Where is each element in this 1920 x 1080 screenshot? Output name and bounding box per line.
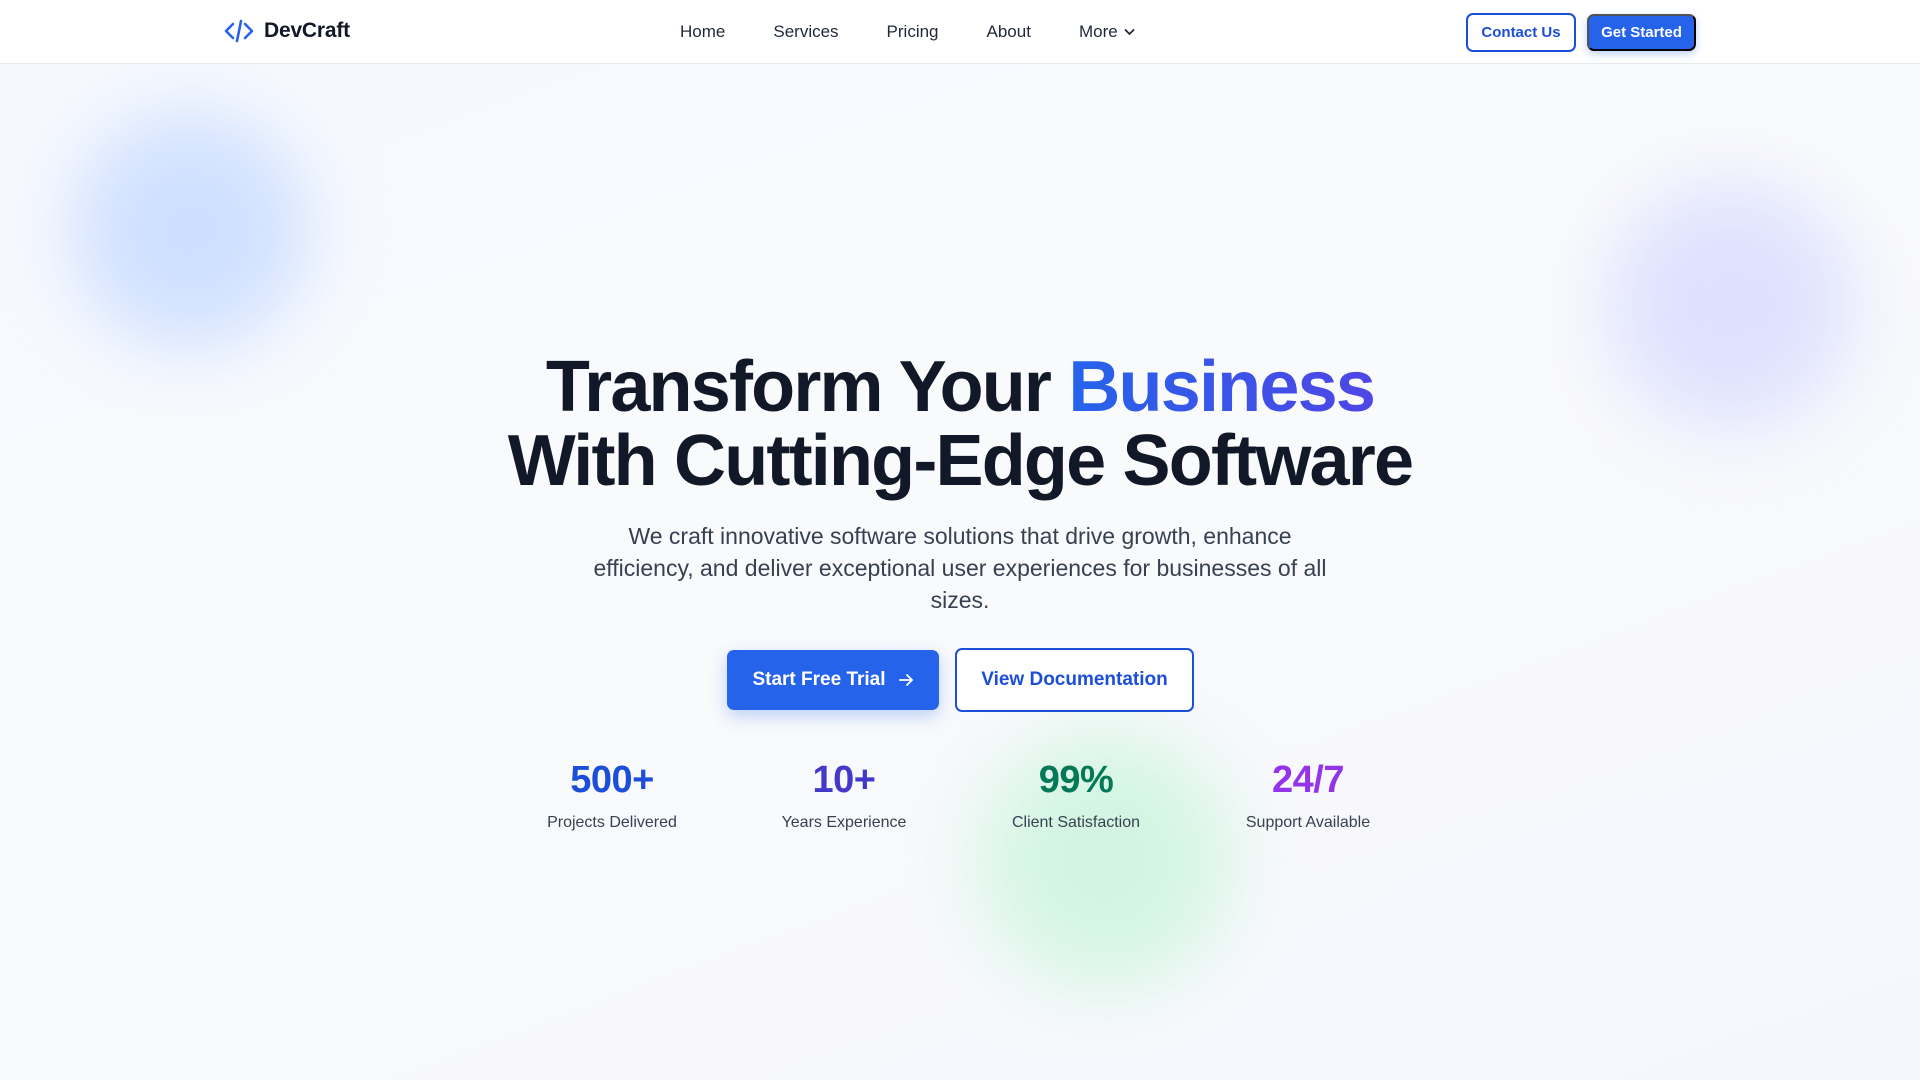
- top-navigation-bar: DevCraft Home Services Pricing About Mor…: [0, 0, 1920, 64]
- nav-link-home[interactable]: Home: [680, 22, 725, 42]
- code-brackets-icon: [224, 18, 254, 44]
- nav-link-more-label: More: [1078, 22, 1118, 41]
- headline-accent: Business: [1068, 347, 1376, 427]
- nav-link-more[interactable]: More: [1079, 22, 1135, 42]
- arrow-right-icon: [898, 672, 914, 688]
- stat-label: Client Satisfaction: [1011, 814, 1141, 831]
- headline-part1: Transform Your: [545, 347, 1069, 427]
- hero-section: Transform Your Business With Cutting-Edg…: [0, 0, 1920, 1080]
- get-started-button[interactable]: Get Started: [1587, 14, 1696, 51]
- hero-subtitle: We craft innovative software solutions t…: [593, 523, 1327, 613]
- stat-label: Support Available: [1245, 814, 1371, 831]
- nav-link-pricing[interactable]: Pricing: [887, 22, 939, 42]
- stat-satisfaction: 99% Client Satisfaction: [966, 758, 1186, 832]
- stat-value: 99%: [1038, 759, 1114, 801]
- stat-label: Projects Delivered: [547, 814, 677, 831]
- main-nav: Home Services Pricing About More: [680, 22, 1135, 42]
- view-documentation-button[interactable]: View Documentation: [955, 648, 1194, 712]
- start-free-trial-button[interactable]: Start Free Trial: [727, 650, 939, 710]
- hero-headline: Transform Your Business With Cutting-Edg…: [0, 350, 1920, 498]
- nav-link-about[interactable]: About: [987, 22, 1031, 42]
- brand-name: DevCraft: [264, 19, 350, 42]
- headline-part2: With Cutting-Edge Software: [507, 421, 1414, 501]
- stat-value: 24/7: [1272, 759, 1344, 801]
- chevron-down-icon: [1124, 28, 1135, 36]
- contact-us-button[interactable]: Contact Us: [1466, 13, 1576, 52]
- nav-link-services[interactable]: Services: [773, 22, 838, 42]
- stat-years: 10+ Years Experience: [734, 758, 954, 832]
- stat-projects: 500+ Projects Delivered: [502, 758, 722, 832]
- stat-value: 10+: [812, 759, 876, 801]
- stat-label: Years Experience: [781, 814, 907, 831]
- stat-value: 500+: [570, 759, 654, 801]
- brand-logo[interactable]: DevCraft: [224, 18, 350, 44]
- stat-support: 24/7 Support Available: [1198, 758, 1418, 832]
- start-free-trial-label: Start Free Trial: [752, 669, 886, 690]
